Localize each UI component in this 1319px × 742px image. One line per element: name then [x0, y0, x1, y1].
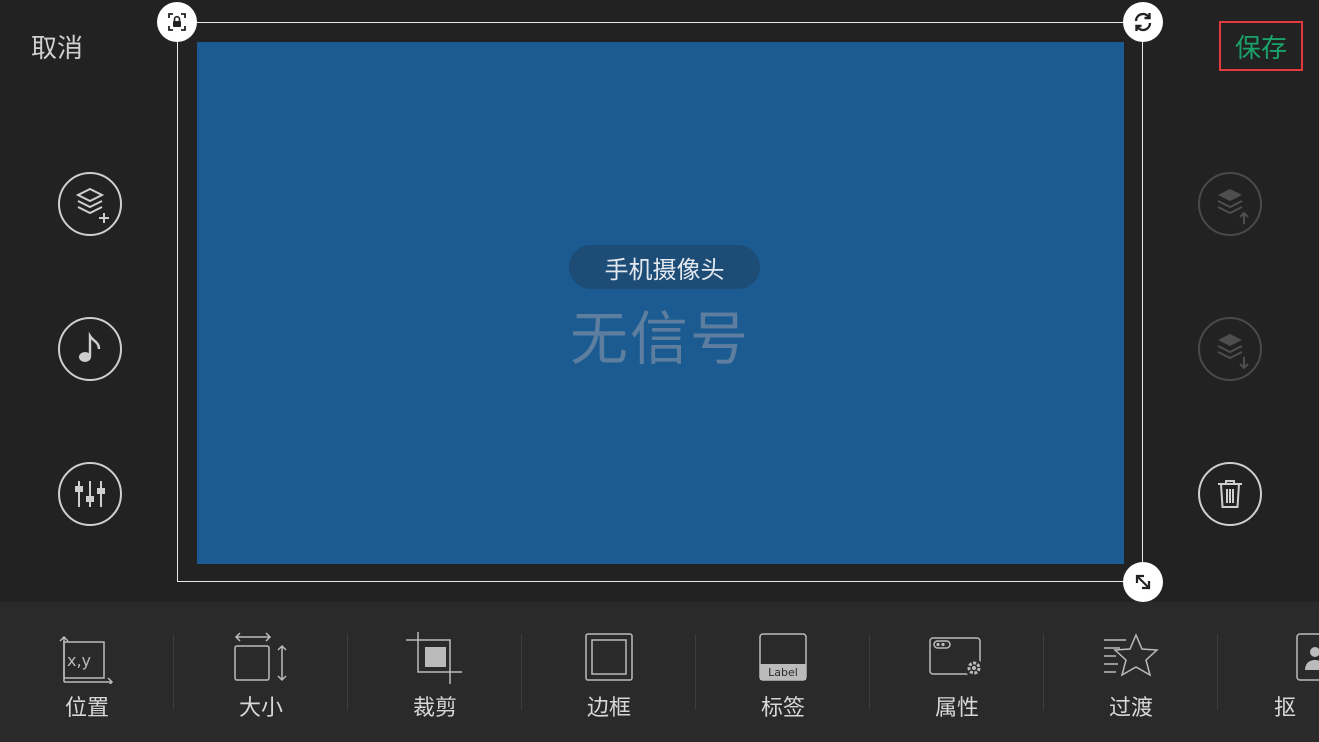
matting-icon — [1296, 633, 1319, 681]
no-signal-text: 无信号 — [569, 305, 750, 373]
trash-icon — [1218, 480, 1242, 508]
transition-star-icon — [1104, 633, 1159, 677]
tool-properties[interactable]: 属性 — [870, 602, 1044, 742]
diagonal-resize-icon — [1135, 574, 1151, 590]
border-icon — [585, 633, 633, 681]
tool-matting[interactable]: 抠 — [1218, 602, 1319, 742]
lock-icon — [168, 13, 186, 31]
tool-label: 抠 — [1274, 696, 1297, 721]
rotate-handle[interactable] — [1123, 2, 1163, 42]
svg-text:x,y: x,y — [67, 651, 91, 670]
tool-label: 过渡 — [1108, 696, 1153, 721]
tool-size[interactable]: 大小 — [174, 602, 348, 742]
music-note-icon — [79, 331, 101, 362]
tool-transition[interactable]: 过渡 — [1044, 602, 1218, 742]
resize-icon — [234, 632, 287, 682]
tool-label: 裁剪 — [412, 696, 457, 721]
rotate-icon — [1134, 12, 1152, 32]
lock-handle[interactable] — [157, 2, 197, 42]
edit-toolbar: x,y 位置 大小 裁剪 边框 Label 标签 属性 过渡 抠 — [0, 602, 1319, 742]
mixer-button[interactable] — [58, 462, 122, 526]
tool-label: 大小 — [238, 696, 283, 721]
delete-button[interactable] — [1198, 462, 1262, 526]
scale-handle[interactable] — [1123, 562, 1163, 602]
tool-label: 属性 — [934, 696, 979, 721]
source-name-badge: 手机摄像头 — [569, 245, 760, 289]
add-layer-button[interactable] — [58, 172, 122, 236]
music-button[interactable] — [58, 317, 122, 381]
properties-icon — [929, 637, 983, 677]
tool-label: 位置 — [64, 696, 109, 721]
tool-position[interactable]: x,y 位置 — [0, 602, 174, 742]
crop-icon — [406, 632, 462, 684]
layers-down-icon — [1217, 334, 1249, 370]
sliders-icon — [75, 481, 105, 507]
tool-crop[interactable]: 裁剪 — [348, 602, 522, 742]
cancel-button[interactable]: 取消 — [31, 28, 83, 65]
layers-up-icon — [1217, 189, 1249, 224]
layer-up-button[interactable] — [1198, 172, 1262, 236]
tool-label: 标签 — [760, 696, 805, 721]
position-xy-icon: x,y — [59, 635, 114, 684]
label-icon: Label — [759, 633, 807, 681]
layers-plus-icon — [75, 187, 110, 224]
tool-border[interactable]: 边框 — [522, 602, 696, 742]
svg-text:Label: Label — [768, 666, 798, 679]
save-button[interactable]: 保存 — [1219, 21, 1303, 71]
tool-label: 边框 — [586, 696, 631, 721]
tool-label-tag[interactable]: Label 标签 — [696, 602, 870, 742]
layer-down-button[interactable] — [1198, 317, 1262, 381]
